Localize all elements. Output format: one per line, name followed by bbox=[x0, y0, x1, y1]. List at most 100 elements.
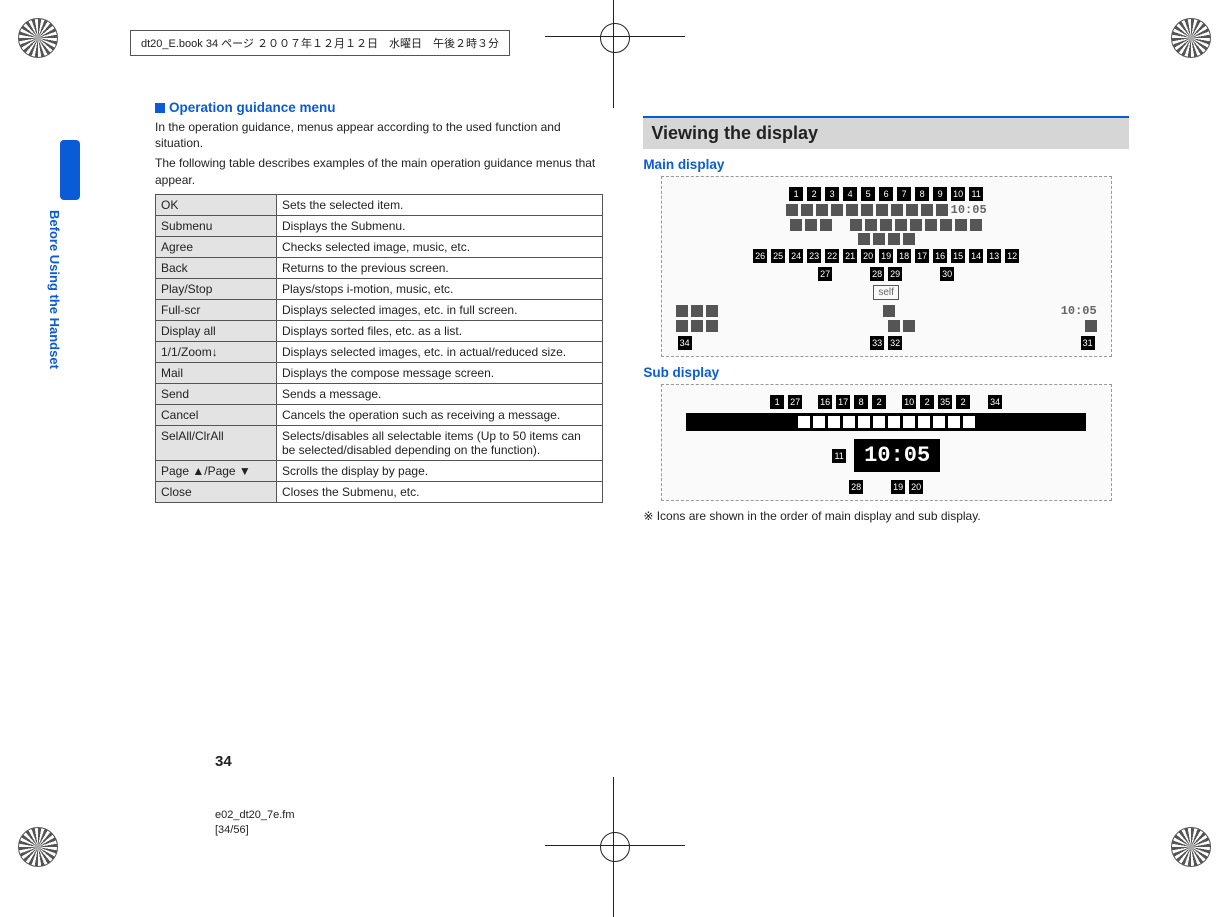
mail-icon bbox=[948, 416, 960, 428]
left-column: Operation guidance menu In the operation… bbox=[70, 100, 613, 815]
status-icon bbox=[706, 320, 718, 332]
self-badge-row: self bbox=[668, 287, 1105, 298]
status-icon bbox=[888, 320, 900, 332]
battery-icon bbox=[903, 416, 915, 428]
side-tab-label: Before Using the Handset bbox=[47, 210, 62, 369]
sd-icon bbox=[888, 416, 900, 428]
table-row: Display allDisplays sorted files, etc. a… bbox=[156, 320, 603, 341]
cell-label: Full-scr bbox=[156, 299, 277, 320]
status-icon bbox=[820, 219, 832, 231]
table-row: 1/1/Zoom↓Displays selected images, etc. … bbox=[156, 341, 603, 362]
crop-mark-top-left bbox=[8, 8, 68, 68]
crop-mark-bottom-left bbox=[8, 817, 68, 877]
status-icon bbox=[910, 219, 922, 231]
status-icon bbox=[970, 219, 982, 231]
cell-desc: Displays the compose message screen. bbox=[277, 362, 603, 383]
status-icon bbox=[963, 416, 975, 428]
footnote: ※ Icons are shown in the order of main d… bbox=[643, 509, 1129, 523]
table-row: SelAll/ClrAllSelects/disables all select… bbox=[156, 425, 603, 460]
section-title-text: Operation guidance menu bbox=[169, 100, 336, 115]
operation-guidance-table: OKSets the selected item. SubmenuDisplay… bbox=[155, 194, 603, 503]
table-row: OKSets the selected item. bbox=[156, 194, 603, 215]
cell-label: Close bbox=[156, 481, 277, 502]
status-icon bbox=[691, 320, 703, 332]
status-icon bbox=[843, 416, 855, 428]
status-icon bbox=[858, 233, 870, 245]
cell-desc: Plays/stops i-motion, music, etc. bbox=[277, 278, 603, 299]
cell-desc: Scrolls the display by page. bbox=[277, 460, 603, 481]
paragraph-1: In the operation guidance, menus appear … bbox=[155, 119, 603, 151]
status-icon-row-1: 10:05 bbox=[668, 203, 1105, 217]
callouts-top: 1 2 3 4 5 6 7 8 9 10 11 bbox=[668, 187, 1105, 201]
status-icon bbox=[873, 233, 885, 245]
right-column: Viewing the display Main display 1 2 3 4… bbox=[613, 100, 1159, 815]
table-row: Play/StopPlays/stops i-motion, music, et… bbox=[156, 278, 603, 299]
status-icon bbox=[858, 416, 870, 428]
status-icon-row-2 bbox=[668, 219, 1105, 231]
table-row: Page ▲/Page ▼Scrolls the display by page… bbox=[156, 460, 603, 481]
crop-mark-top-right bbox=[1161, 8, 1221, 68]
cell-desc: Displays selected images, etc. in actual… bbox=[277, 341, 603, 362]
sub-display-clock: 10:05 bbox=[854, 439, 940, 472]
status-icon bbox=[790, 219, 802, 231]
status-icon-row-3 bbox=[668, 233, 1105, 245]
figure-main-display: 1 2 3 4 5 6 7 8 9 10 11 bbox=[643, 176, 1129, 357]
table-row: SubmenuDisplays the Submenu. bbox=[156, 215, 603, 236]
table-row: BackReturns to the previous screen. bbox=[156, 257, 603, 278]
cell-desc: Displays the Submenu. bbox=[277, 215, 603, 236]
square-bullet-icon bbox=[155, 103, 165, 113]
self-badge: self bbox=[873, 285, 899, 300]
subhead-main-display: Main display bbox=[643, 157, 1129, 172]
cell-label: SelAll/ClrAll bbox=[156, 425, 277, 460]
section-operation-guidance-title: Operation guidance menu bbox=[155, 100, 603, 115]
source-file-header: dt20_E.book 34 ページ ２００７年１２月１２日 水曜日 午後２時３… bbox=[130, 30, 510, 56]
status-icon bbox=[813, 416, 825, 428]
page-content: Operation guidance menu In the operation… bbox=[70, 100, 1159, 815]
table-row: SendSends a message. bbox=[156, 383, 603, 404]
table-row: AgreeChecks selected image, music, etc. bbox=[156, 236, 603, 257]
status-icon bbox=[918, 416, 930, 428]
cell-label: Agree bbox=[156, 236, 277, 257]
cell-label: Cancel bbox=[156, 404, 277, 425]
cell-desc: Returns to the previous screen. bbox=[277, 257, 603, 278]
table-row: MailDisplays the compose message screen. bbox=[156, 362, 603, 383]
heading-viewing-display: Viewing the display bbox=[643, 116, 1129, 149]
status-icon bbox=[831, 204, 843, 216]
cell-label: Page ▲/Page ▼ bbox=[156, 460, 277, 481]
cell-desc: Sets the selected item. bbox=[277, 194, 603, 215]
sub-display-icon-strip bbox=[686, 413, 1085, 431]
status-icon bbox=[861, 204, 873, 216]
status-icon bbox=[940, 219, 952, 231]
register-mark-bottom bbox=[585, 817, 645, 877]
cell-label: Submenu bbox=[156, 215, 277, 236]
status-icon bbox=[676, 320, 688, 332]
sub-callouts-top: 1 27 16 17 8 2 10 2 35 2 34 bbox=[668, 395, 1105, 409]
callouts-row4: 34 33 32 31 bbox=[668, 336, 1105, 350]
table-row: CloseCloses the Submenu, etc. bbox=[156, 481, 603, 502]
status-icon bbox=[921, 204, 933, 216]
cell-label: Display all bbox=[156, 320, 277, 341]
footer-page-range: [34/56] bbox=[215, 823, 295, 837]
status-icon bbox=[805, 219, 817, 231]
status-icon bbox=[888, 233, 900, 245]
table-row: CancelCancels the operation such as rece… bbox=[156, 404, 603, 425]
page-number: 34 bbox=[215, 753, 232, 770]
cell-label: 1/1/Zoom↓ bbox=[156, 341, 277, 362]
secondary-screen-row: 10:05 bbox=[668, 304, 1105, 318]
sub-callout-left: 11 bbox=[832, 449, 846, 463]
status-icon bbox=[891, 204, 903, 216]
status-icon bbox=[895, 219, 907, 231]
volume-icon bbox=[883, 305, 895, 317]
footer-file-info: e02_dt20_7e.fm [34/56] bbox=[215, 808, 295, 837]
cell-label: Mail bbox=[156, 362, 277, 383]
cell-label: Back bbox=[156, 257, 277, 278]
clock-time-2: 10:05 bbox=[1061, 304, 1097, 318]
secondary-screen-row-2 bbox=[668, 320, 1105, 332]
status-icon bbox=[933, 416, 945, 428]
footer-file-name: e02_dt20_7e.fm bbox=[215, 808, 295, 822]
status-icon bbox=[876, 204, 888, 216]
cell-desc: Sends a message. bbox=[277, 383, 603, 404]
main-display-diagram: 1 2 3 4 5 6 7 8 9 10 11 bbox=[661, 176, 1112, 357]
status-icon bbox=[906, 204, 918, 216]
cell-desc: Checks selected image, music, etc. bbox=[277, 236, 603, 257]
